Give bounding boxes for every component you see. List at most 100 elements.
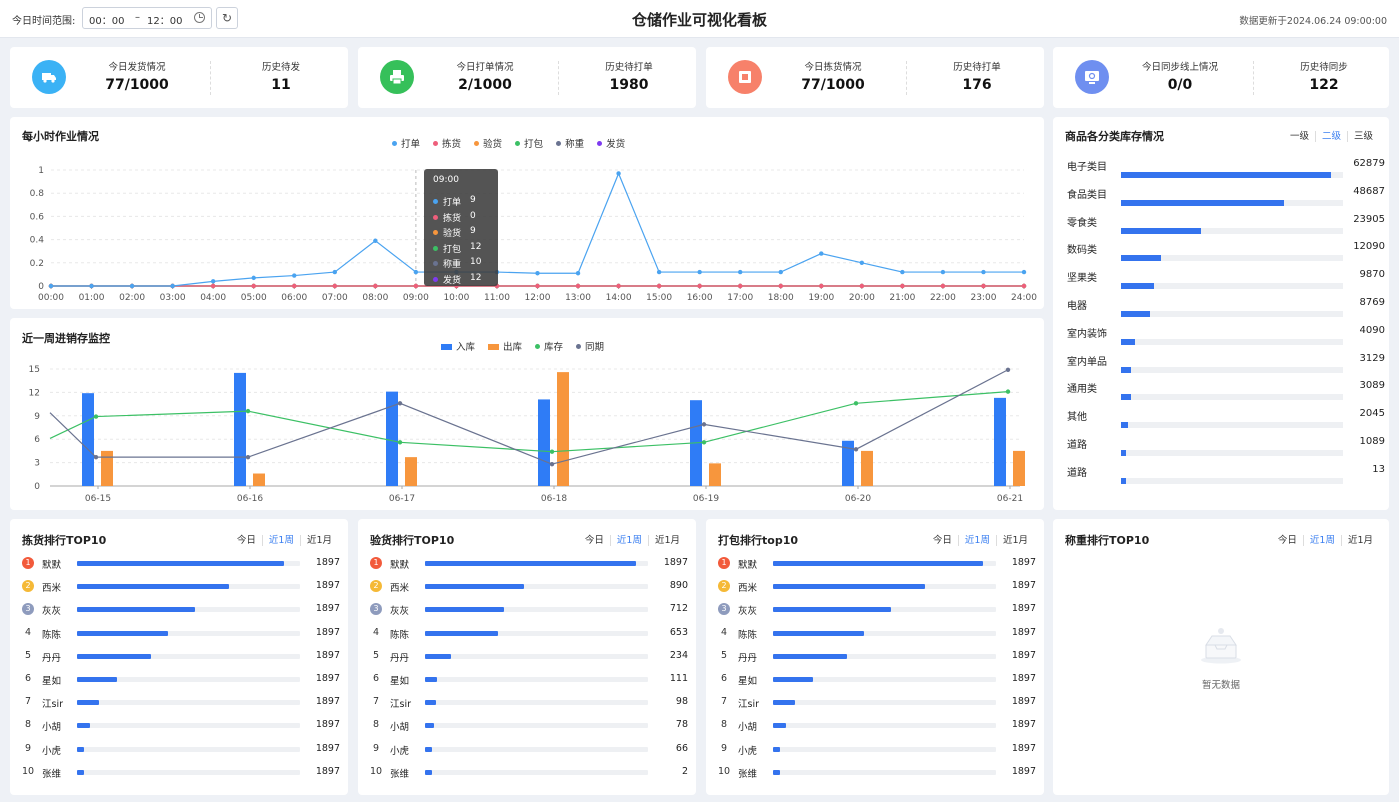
category-name: 电子类目 (1067, 162, 1107, 173)
rank-name: 丹丹 (42, 652, 62, 664)
tab-2[interactable]: 近1月 (647, 535, 686, 546)
category-title: 商品各分类库存情况 (1065, 130, 1164, 143)
category-bar-track (1121, 227, 1343, 234)
category-value: 4090 (1359, 324, 1385, 336)
rank-number: 7 (372, 696, 380, 708)
rank-bar (425, 677, 438, 682)
rank-name: 小胡 (738, 722, 758, 734)
tooltip-value: 0 (470, 210, 476, 221)
tab-1[interactable]: 近1周 (957, 535, 996, 546)
tab-0[interactable]: 今日 (927, 535, 958, 546)
tab-1[interactable]: 近1周 (261, 535, 300, 546)
rank-bar (77, 723, 91, 729)
data-point (332, 269, 337, 275)
rank-value: 1897 (315, 742, 340, 754)
category-bar-track (1121, 199, 1343, 206)
rank-number: 9 (720, 742, 728, 754)
tooltip-value: 10 (470, 257, 482, 267)
category-row: 电器 8769 (1067, 297, 1385, 325)
weekly-title: 近一周进销存监控 (22, 332, 110, 345)
category-bar-track (1121, 255, 1343, 262)
rank-bar-track (77, 677, 300, 682)
rank-name: 默默 (42, 560, 62, 571)
empty-state: 暂无数据 (1053, 625, 1389, 691)
data-point (129, 283, 135, 289)
category-name: 通用类 (1067, 384, 1097, 396)
rank-name: 灰灰 (738, 606, 758, 618)
y-tick-label: 0.8 (30, 189, 45, 199)
ranking-period-tabs: 今日 近1周 近1月 (927, 532, 1034, 546)
category-row: 坚果类 9870 (1067, 269, 1385, 297)
ranking-row: 7 江sir 1897 (718, 696, 1036, 710)
rank-bar-track (77, 630, 300, 636)
x-tick-label: 18:00 (768, 293, 794, 303)
rank-name: 默默 (738, 560, 758, 571)
tooltip-marker (433, 276, 438, 282)
data-point (697, 269, 702, 275)
ranking-row: 3 灰灰 1897 (22, 603, 340, 617)
rank-number: 8 (720, 719, 728, 731)
rank-name: 小虎 (738, 745, 758, 757)
data-point (251, 275, 256, 281)
category-bar (1121, 477, 1126, 484)
rank-bar-track (425, 607, 648, 613)
category-name: 室内装饰 (1067, 328, 1107, 340)
tab-0[interactable]: 今日 (1272, 535, 1303, 546)
legend-item[interactable]: 入库 (441, 339, 475, 353)
legend-item[interactable]: 同期 (576, 339, 604, 353)
data-point (738, 283, 743, 289)
rank-bar (77, 630, 169, 636)
tab-2[interactable]: 近1月 (1340, 535, 1379, 546)
y-tick-label: 0 (38, 282, 44, 292)
category-name: 道路 (1067, 440, 1087, 451)
rank-bar-track (77, 584, 300, 590)
rank-number: 8 (372, 719, 380, 731)
x-tick-label: 16:00 (687, 293, 713, 303)
ranking-row: 3 灰灰 712 (370, 603, 688, 617)
tab-0[interactable]: 一级 (1284, 131, 1315, 142)
tooltip-series-name: 称重 (443, 260, 462, 270)
tab-1[interactable]: 近1周 (609, 535, 648, 546)
legend-item[interactable]: 库存 (535, 339, 563, 353)
data-point (373, 238, 378, 243)
legend-item[interactable]: 出库 (488, 339, 522, 353)
tooltip-row: 发货 12 (433, 273, 493, 286)
rank-bar (425, 630, 498, 636)
x-tick-label: 23:00 (970, 293, 996, 303)
category-row: 电子类目 62879 (1067, 158, 1385, 186)
x-tick-label: 06:00 (281, 293, 307, 303)
category-name: 食品类目 (1067, 189, 1107, 201)
tooltip-series-name: 验货 (443, 229, 462, 239)
rank-bar (773, 584, 925, 590)
rank-value: 890 (669, 580, 688, 592)
rank-name: 张维 (42, 768, 62, 780)
tooltip-value: 12 (470, 272, 482, 283)
tab-1[interactable]: 近1周 (1302, 535, 1341, 546)
category-bar (1121, 450, 1126, 456)
ranking-row: 4 陈陈 1897 (718, 627, 1036, 641)
data-point (1021, 283, 1027, 289)
rank-value: 1897 (315, 649, 340, 661)
rank-bar-track (425, 769, 648, 775)
rank-value: 1897 (1011, 696, 1036, 708)
ranking-row: 9 小虎 66 (370, 743, 688, 757)
x-tick-label: 14:00 (606, 293, 632, 303)
category-bar (1121, 338, 1135, 345)
rank-value: 1897 (1011, 673, 1036, 684)
rank-bar (77, 607, 196, 613)
tab-2[interactable]: 近1月 (299, 535, 338, 546)
inspection-ranking-panel: 验货排行TOP10 今日 近1周 近1月 1 默默 1897 2 西米 890 3 灰灰 712 4 陈陈 6… (358, 519, 696, 795)
rank-bar-track (425, 723, 648, 729)
rank-bar (773, 700, 796, 706)
tab-2[interactable]: 近1月 (995, 535, 1034, 546)
rank-name: 陈陈 (738, 629, 758, 641)
rank-value: 66 (675, 742, 688, 754)
ranking-row: 8 小胡 1897 (22, 719, 340, 733)
tab-2[interactable]: 三级 (1346, 131, 1379, 142)
tab-0[interactable]: 今日 (579, 535, 610, 546)
ranking-period-tabs: 今日 近1周 近1月 (579, 532, 686, 546)
tab-1[interactable]: 二级 (1314, 131, 1347, 142)
chart-tooltip: 09:00 打单 9 拣货 0 验货 9 打包 12 称重 10 发货 12 (424, 169, 498, 286)
tab-0[interactable]: 今日 (231, 535, 262, 546)
rank-bar-track (425, 746, 648, 752)
